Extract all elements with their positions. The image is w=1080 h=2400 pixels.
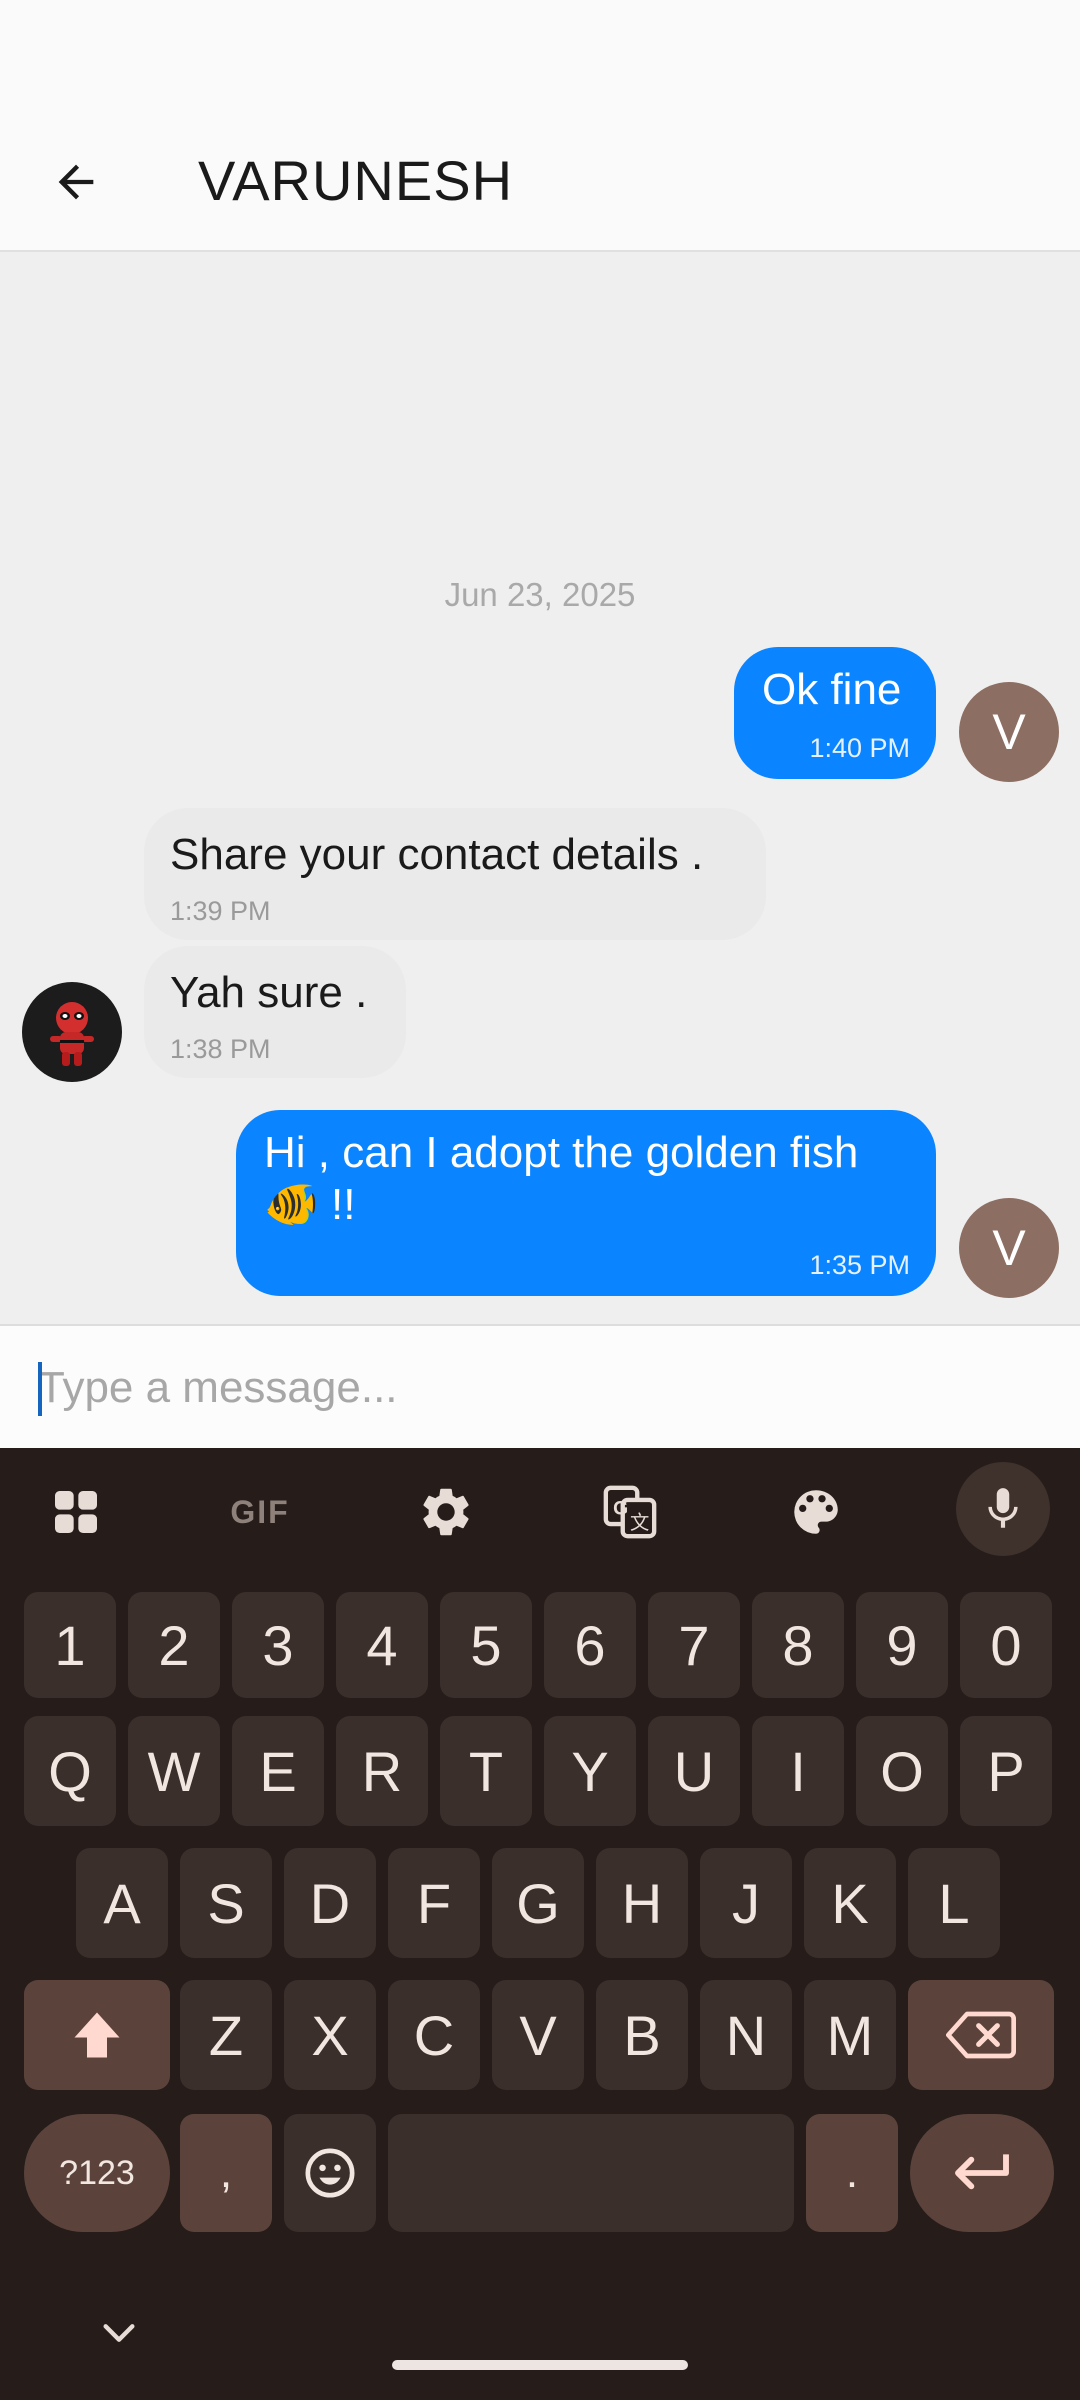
date-separator: Jun 23, 2025 bbox=[444, 576, 636, 613]
key-k[interactable]: K bbox=[804, 1848, 896, 1958]
key-9[interactable]: 9 bbox=[856, 1592, 948, 1698]
key-p[interactable]: P bbox=[960, 1716, 1052, 1826]
gif-button[interactable]: GIF bbox=[214, 1466, 306, 1558]
message-text: Yah sure . bbox=[170, 968, 368, 1017]
key-4[interactable]: 4 bbox=[336, 1592, 428, 1698]
key-3[interactable]: 3 bbox=[232, 1592, 324, 1698]
message-bubble-outgoing[interactable]: Ok fine 1:40 PM bbox=[734, 647, 936, 779]
key-f[interactable]: F bbox=[388, 1848, 480, 1958]
translate-button[interactable]: G 文 bbox=[584, 1466, 676, 1558]
shift-icon bbox=[74, 2012, 120, 2058]
svg-text:文: 文 bbox=[630, 1512, 649, 1534]
key-6[interactable]: 6 bbox=[544, 1592, 636, 1698]
translate-icon: G 文 bbox=[603, 1485, 657, 1539]
space-key[interactable] bbox=[388, 2114, 794, 2232]
symbols-key[interactable]: ?123 bbox=[24, 2114, 170, 2232]
key-z[interactable]: Z bbox=[180, 1980, 272, 2090]
emoji-icon bbox=[305, 2148, 355, 2198]
message-bubble-outgoing[interactable]: Hi , can I adopt the golden fish 🐠 !! 1:… bbox=[236, 1110, 936, 1296]
voice-input-button[interactable] bbox=[956, 1462, 1050, 1556]
key-t[interactable]: T bbox=[440, 1716, 532, 1826]
key-n[interactable]: N bbox=[700, 1980, 792, 2090]
settings-icon bbox=[423, 1488, 469, 1536]
key-s[interactable]: S bbox=[180, 1848, 272, 1958]
key-0[interactable]: 0 bbox=[960, 1592, 1052, 1698]
theme-button[interactable] bbox=[770, 1466, 862, 1558]
arrow-back-icon bbox=[58, 164, 94, 200]
key-g[interactable]: G bbox=[492, 1848, 584, 1958]
message-time: 1:40 PM bbox=[809, 733, 910, 763]
key-o[interactable]: O bbox=[856, 1716, 948, 1826]
gesture-navigation-bar[interactable] bbox=[392, 2360, 688, 2370]
status-bar bbox=[0, 0, 1080, 110]
key-m[interactable]: M bbox=[804, 1980, 896, 2090]
key-v[interactable]: V bbox=[492, 1980, 584, 2090]
key-j[interactable]: J bbox=[700, 1848, 792, 1958]
key-a[interactable]: A bbox=[76, 1848, 168, 1958]
avatar: V bbox=[959, 682, 1059, 782]
svg-text:G: G bbox=[613, 1498, 628, 1519]
key-d[interactable]: D bbox=[284, 1848, 376, 1958]
apps-button[interactable] bbox=[30, 1466, 122, 1558]
key-b[interactable]: B bbox=[596, 1980, 688, 2090]
key-i[interactable]: I bbox=[752, 1716, 844, 1826]
message-input[interactable] bbox=[38, 1348, 1048, 1428]
key-8[interactable]: 8 bbox=[752, 1592, 844, 1698]
message-bubble-incoming[interactable]: Share your contact details . 1:39 PM bbox=[144, 808, 766, 940]
apps-icon bbox=[55, 1491, 97, 1533]
key-u[interactable]: U bbox=[648, 1716, 740, 1826]
key-w[interactable]: W bbox=[128, 1716, 220, 1826]
key-e[interactable]: E bbox=[232, 1716, 324, 1826]
key-1[interactable]: 1 bbox=[24, 1592, 116, 1698]
message-text-line2: 🐠 !! bbox=[264, 1180, 356, 1229]
key-r[interactable]: R bbox=[336, 1716, 428, 1826]
key-7[interactable]: 7 bbox=[648, 1592, 740, 1698]
message-text: Ok fine bbox=[762, 665, 902, 714]
shift-key[interactable] bbox=[24, 1980, 170, 2090]
message-text-line1: Hi , can I adopt the golden fish bbox=[264, 1128, 859, 1177]
backspace-icon bbox=[946, 2011, 1016, 2059]
app-bar: VARUNESH bbox=[0, 110, 1080, 252]
emoji-key[interactable] bbox=[284, 2114, 376, 2232]
palette-icon bbox=[794, 1490, 838, 1534]
message-time: 1:35 PM bbox=[809, 1250, 910, 1280]
key-h[interactable]: H bbox=[596, 1848, 688, 1958]
backspace-key[interactable] bbox=[908, 1980, 1054, 2090]
mic-icon bbox=[988, 1488, 1018, 1528]
enter-key[interactable] bbox=[910, 2114, 1054, 2232]
key-2[interactable]: 2 bbox=[128, 1592, 220, 1698]
key-y[interactable]: Y bbox=[544, 1716, 636, 1826]
comma-key[interactable]: , bbox=[180, 2114, 272, 2232]
avatar: V bbox=[959, 1198, 1059, 1298]
message-time: 1:38 PM bbox=[170, 1034, 271, 1064]
key-c[interactable]: C bbox=[388, 1980, 480, 2090]
period-key[interactable]: . bbox=[806, 2114, 898, 2232]
text-caret bbox=[38, 1362, 42, 1416]
gif-icon: GIF bbox=[230, 1493, 290, 1530]
chevron-down-icon bbox=[103, 2324, 135, 2342]
back-button[interactable] bbox=[40, 146, 112, 218]
key-q[interactable]: Q bbox=[24, 1716, 116, 1826]
hide-keyboard-button[interactable] bbox=[92, 2310, 146, 2356]
soft-keyboard: GIF G 文 1 2 3 4 5 6 7 8 9 0 Q W E R T Y … bbox=[0, 1448, 1080, 2400]
contact-avatar bbox=[22, 982, 122, 1082]
settings-button[interactable] bbox=[400, 1466, 492, 1558]
key-x[interactable]: X bbox=[284, 1980, 376, 2090]
key-l[interactable]: L bbox=[908, 1848, 1000, 1958]
message-time: 1:39 PM bbox=[170, 896, 271, 926]
message-bubble-incoming[interactable]: Yah sure . 1:38 PM bbox=[144, 946, 406, 1078]
key-5[interactable]: 5 bbox=[440, 1592, 532, 1698]
enter-icon bbox=[955, 2154, 1009, 2190]
chat-messages[interactable]: Jun 23, 2025 Ok fine 1:40 PM V Share you… bbox=[0, 252, 1080, 1324]
message-composer bbox=[0, 1324, 1080, 1448]
superhero-avatar-icon bbox=[50, 1002, 94, 1066]
message-text: Share your contact details . bbox=[170, 830, 704, 879]
contact-name: VARUNESH bbox=[198, 149, 514, 212]
